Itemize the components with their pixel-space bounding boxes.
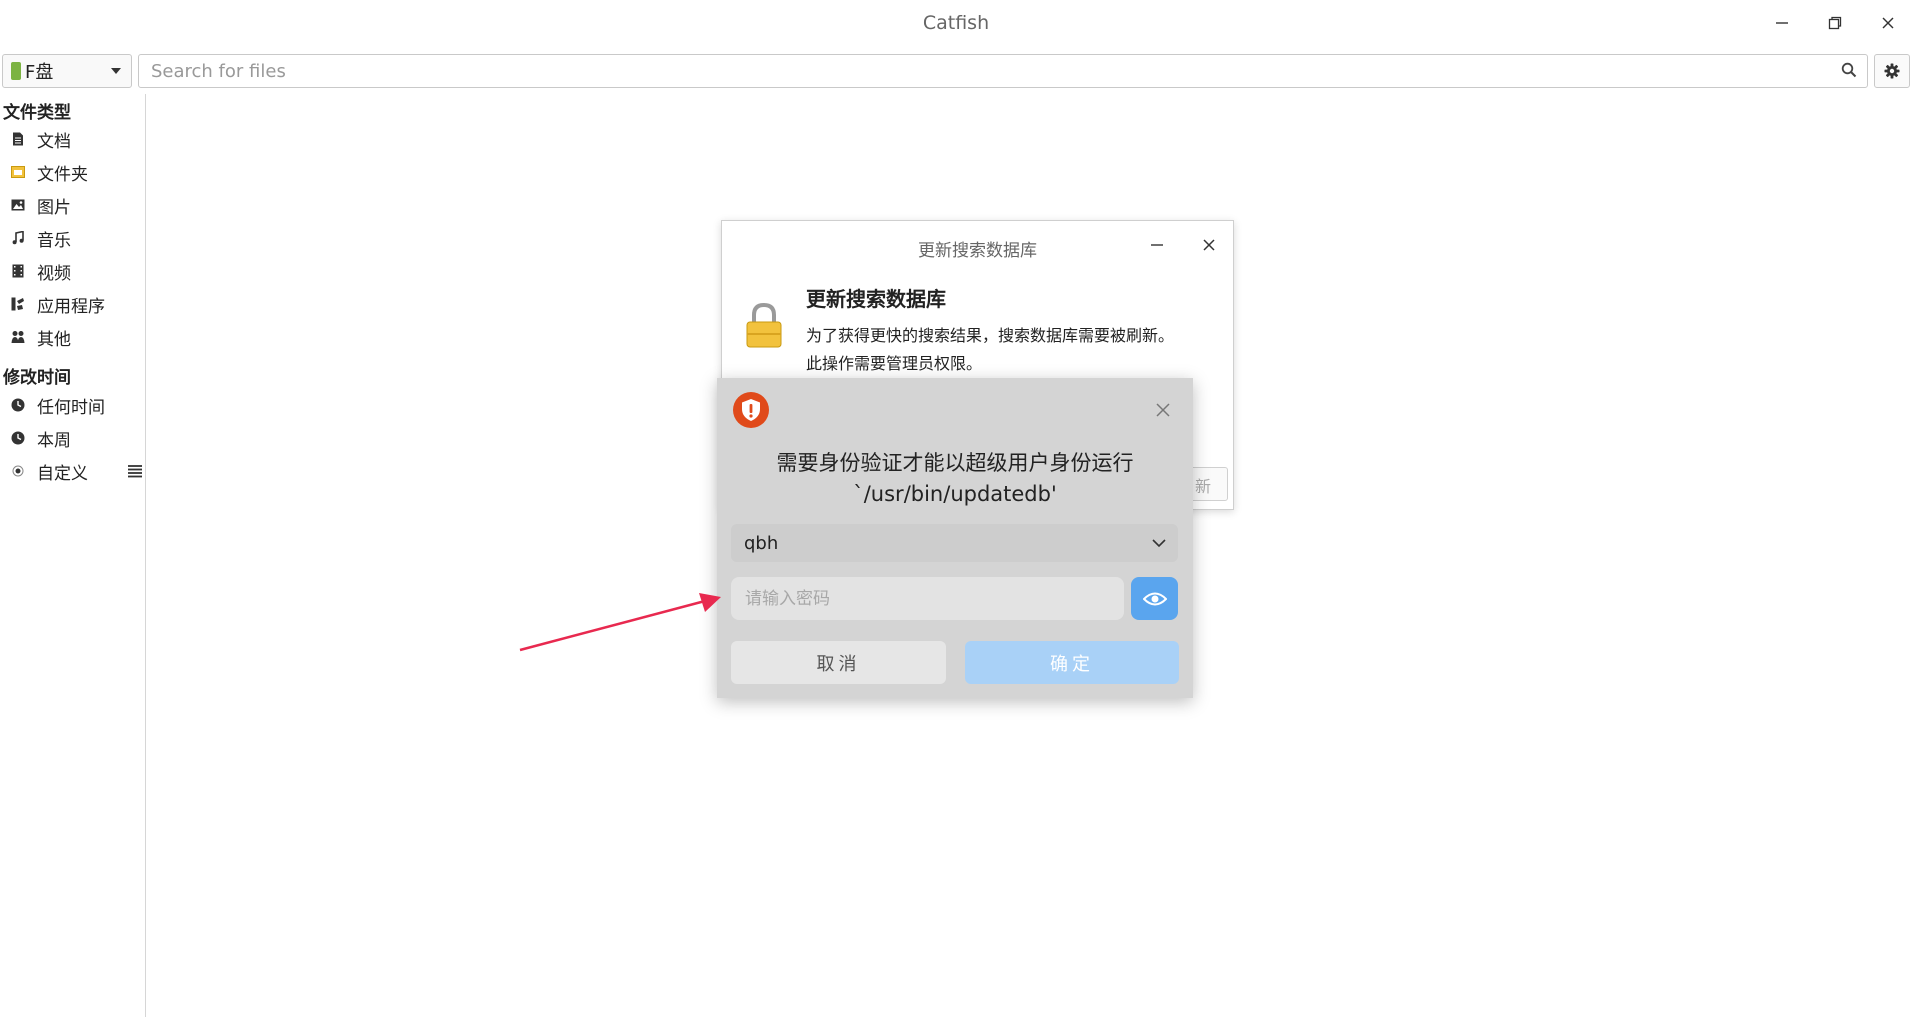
authentication-dialog: 需要身份验证才能以超级用户身份运行`/usr/bin/updatedb' qbh… — [717, 378, 1193, 698]
dialog-message-line: 此操作需要管理员权限。 — [806, 354, 983, 373]
sidebar-item-other[interactable]: 其他 — [0, 322, 145, 352]
restore-icon — [1828, 16, 1842, 30]
dialog-close-button[interactable] — [1196, 233, 1222, 257]
sidebar-item-label: 任何时间 — [37, 397, 105, 418]
minimize-icon — [1776, 22, 1788, 24]
settings-button[interactable] — [1874, 54, 1910, 88]
eye-icon — [1142, 592, 1167, 605]
sidebar-item-label: 应用程序 — [37, 296, 105, 317]
drive-icon — [11, 62, 21, 80]
shield-icon — [732, 391, 770, 433]
search-icon[interactable] — [1841, 62, 1857, 82]
video-icon — [11, 264, 25, 278]
file-type-header: 文件类型 — [3, 103, 71, 123]
sidebar-item-label: 视频 — [37, 263, 71, 284]
sidebar-item-label: 文件夹 — [37, 164, 88, 185]
search-input[interactable] — [149, 57, 1813, 85]
sidebar-item-label: 本周 — [37, 430, 71, 451]
sidebar-item-label: 自定义 — [37, 463, 88, 484]
dialog-message-line: 为了获得更快的搜索结果，搜索数据库需要被刷新。 — [806, 326, 1175, 345]
sidebar-item-videos[interactable]: 视频 — [0, 256, 145, 286]
update-button-label: 新 — [1195, 477, 1212, 496]
close-icon — [1203, 239, 1215, 251]
location-dropdown[interactable]: F盘 — [2, 54, 132, 88]
sidebar-item-label: 音乐 — [37, 230, 71, 251]
close-icon — [1156, 403, 1170, 417]
gear-icon — [1884, 63, 1900, 79]
application-icon — [11, 297, 25, 311]
search-box[interactable] — [138, 54, 1868, 88]
sidebar-item-images[interactable]: 图片 — [0, 190, 145, 220]
close-button[interactable] — [1870, 10, 1906, 36]
title-bar: Catfish — [0, 0, 1912, 48]
sidebar-item-folders[interactable]: 文件夹 — [0, 157, 145, 187]
dialog-minimize-button[interactable] — [1144, 233, 1170, 257]
minimize-button[interactable] — [1764, 10, 1800, 36]
image-icon — [11, 198, 25, 212]
location-label: F盘 — [25, 62, 54, 83]
list-menu-icon[interactable] — [128, 463, 142, 482]
music-icon — [11, 231, 25, 245]
sidebar-item-applications[interactable]: 应用程序 — [0, 289, 145, 319]
chevron-down-icon — [1150, 534, 1168, 556]
dialog-heading: 更新搜索数据库 — [806, 287, 946, 311]
sidebar: 文件类型 文档 文件夹 图片 音乐 视频 应用程序 其他 修改时间 任何时间 本… — [0, 94, 146, 1017]
minimize-icon — [1151, 244, 1163, 246]
sidebar-item-label: 文档 — [37, 131, 71, 152]
clock-icon — [11, 431, 25, 445]
sidebar-item-documents[interactable]: 文档 — [0, 124, 145, 154]
show-password-button[interactable] — [1131, 577, 1178, 620]
confirm-button[interactable]: 确定 — [965, 641, 1179, 684]
sidebar-item-music[interactable]: 音乐 — [0, 223, 145, 253]
other-icon — [11, 330, 25, 344]
window-title: Catfish — [922, 12, 990, 34]
document-icon — [11, 132, 25, 146]
lock-icon — [746, 302, 782, 353]
password-input[interactable] — [731, 577, 1124, 620]
user-name: qbh — [744, 533, 779, 554]
folder-icon — [11, 165, 25, 179]
sidebar-item-label: 图片 — [37, 197, 71, 218]
annotation-arrow — [519, 593, 721, 652]
auth-message: 需要身份验证才能以超级用户身份运行`/usr/bin/updatedb' — [776, 451, 1134, 506]
radio-icon — [11, 464, 25, 478]
toolbar: F盘 — [0, 50, 1912, 92]
restore-button[interactable] — [1817, 10, 1853, 36]
sidebar-item-any-time[interactable]: 任何时间 — [0, 390, 145, 420]
clock-icon — [11, 398, 25, 412]
caret-down-icon — [111, 68, 121, 74]
cancel-button[interactable]: 取消 — [731, 641, 946, 684]
update-button[interactable]: 新 — [1188, 467, 1228, 501]
sidebar-item-this-week[interactable]: 本周 — [0, 423, 145, 453]
auth-close-button[interactable] — [1149, 396, 1177, 424]
user-select[interactable]: qbh — [731, 524, 1178, 562]
sidebar-item-custom[interactable]: 自定义 — [0, 456, 145, 486]
close-icon — [1882, 17, 1894, 29]
dialog-message: 为了获得更快的搜索结果，搜索数据库需要被刷新。 此操作需要管理员权限。 — [806, 322, 1226, 378]
modified-time-header: 修改时间 — [3, 368, 71, 388]
sidebar-item-label: 其他 — [37, 329, 71, 350]
